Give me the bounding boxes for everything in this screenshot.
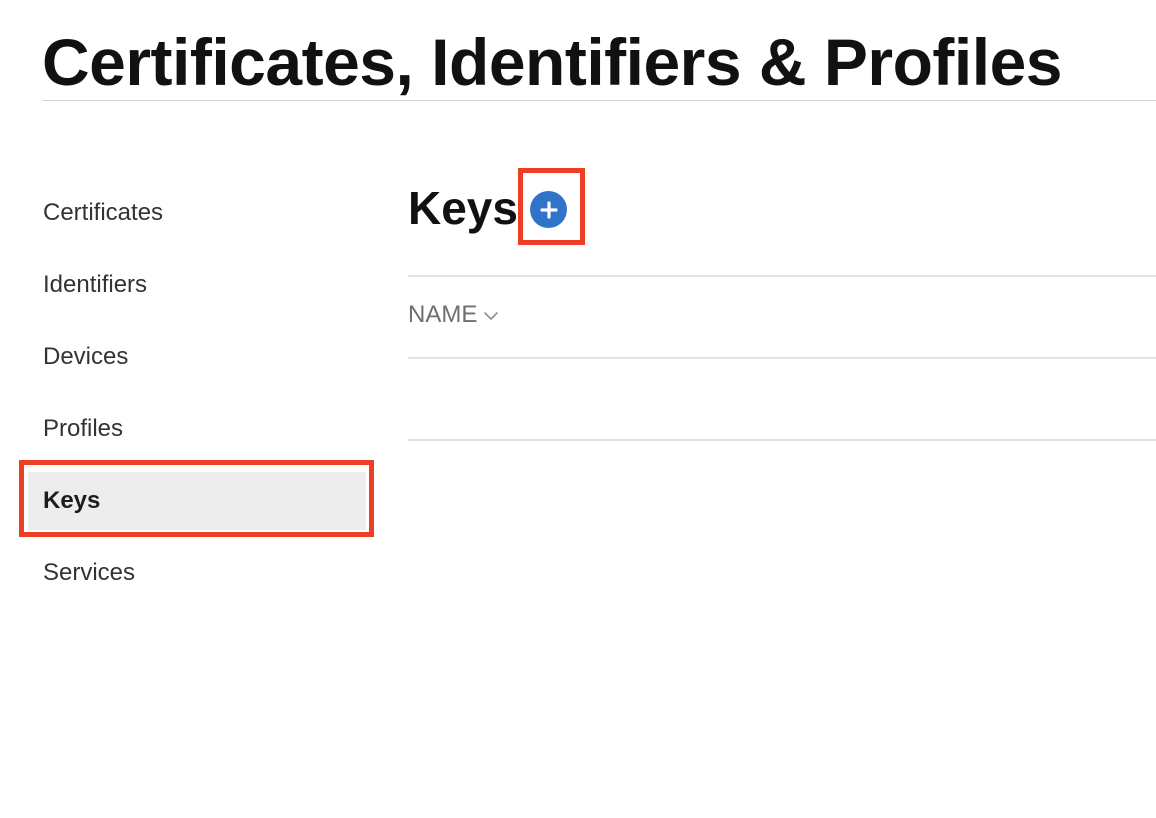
sidebar-item-label: Certificates xyxy=(43,199,164,226)
column-header-label: NAME xyxy=(408,301,478,328)
empty-row-divider xyxy=(408,439,1156,441)
sidebar-item-label: Profiles xyxy=(43,415,124,442)
column-header-name[interactable]: NAME xyxy=(408,301,499,329)
add-key-button[interactable] xyxy=(530,191,567,228)
sidebar-item-label: Identifiers xyxy=(43,271,148,298)
sidebar-item-label: Services xyxy=(43,559,136,586)
chevron-down-icon xyxy=(484,312,499,320)
sidebar-item-certificates[interactable]: Certificates xyxy=(28,184,366,242)
sidebar-item-devices[interactable]: Devices xyxy=(28,328,366,386)
section-title: Keys xyxy=(408,182,518,234)
page: Certificates, Identifiers & Profiles Cer… xyxy=(0,0,1156,818)
sidebar-item-identifiers[interactable]: Identifiers xyxy=(28,256,366,314)
sidebar-item-label: Keys xyxy=(43,487,101,514)
table-top-divider xyxy=(408,275,1156,277)
sidebar-item-label: Devices xyxy=(43,343,129,370)
sidebar-item-services[interactable]: Services xyxy=(28,544,366,602)
header-row-divider xyxy=(408,357,1156,359)
plus-circle-icon xyxy=(539,200,558,219)
page-title: Certificates, Identifiers & Profiles xyxy=(42,25,1063,99)
sidebar-item-keys[interactable]: Keys xyxy=(28,472,366,530)
sidebar-item-profiles[interactable]: Profiles xyxy=(28,400,366,458)
title-divider xyxy=(42,100,1156,101)
